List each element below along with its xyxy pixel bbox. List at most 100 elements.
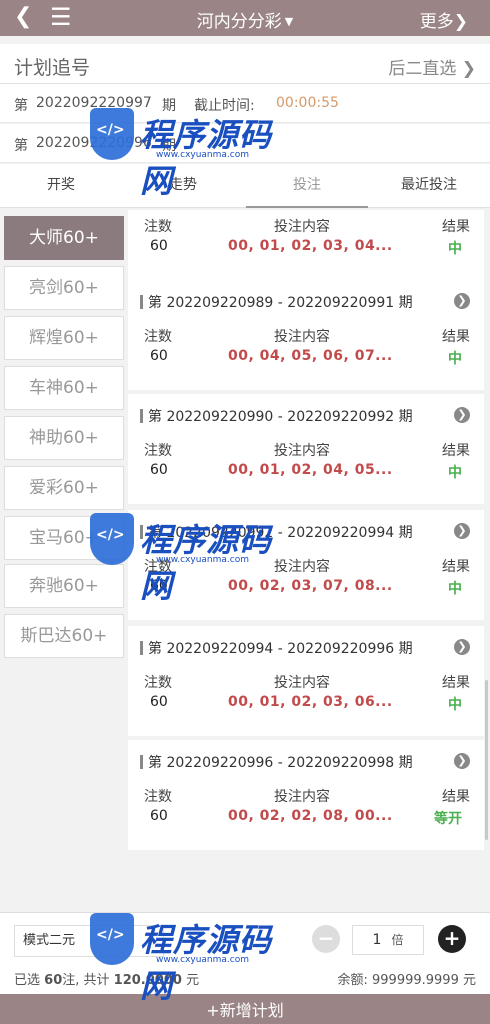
plan-card: 注数 投注内容 结果 60 00, 01, 02, 03, 04... 中 xyxy=(128,210,484,280)
bet-numbers: 00, 02, 02, 08, 00... xyxy=(228,808,393,824)
chevron-right-circle-icon[interactable]: ❯ xyxy=(454,523,470,539)
plan-sidebar: 大师60+ 亮剑60+ 辉煌60+ 车神60+ 神助60+ 爱彩60+ 宝马60… xyxy=(0,212,126,912)
result-label: 结果 xyxy=(442,329,470,345)
sidebar-item-baoma[interactable]: 宝马60+ xyxy=(4,516,124,560)
summary-prefix: 已选 xyxy=(14,973,41,988)
bet-count: 60 xyxy=(150,808,168,824)
scrollbar[interactable] xyxy=(485,680,488,840)
period-text: 第 202209220992 - 202209220994 期 xyxy=(148,525,413,541)
chevron-right-circle-icon[interactable]: ❯ xyxy=(454,293,470,309)
deadline-value: 00:00:55 xyxy=(276,95,339,111)
bet-numbers: 00, 01, 02, 03, 06... xyxy=(228,694,393,710)
sidebar-item-cheshen[interactable]: 车神60+ xyxy=(4,366,124,410)
tab-trend[interactable]: 走势 xyxy=(122,164,244,208)
plan-subheader: 计划追号 后二直选 ❯ xyxy=(0,44,490,84)
bet-numbers: 00, 02, 03, 07, 08... xyxy=(228,578,393,594)
period-text: 第 202209220994 - 202209220996 期 xyxy=(148,641,413,657)
tab-recent-bets[interactable]: 最近投注 xyxy=(368,164,490,208)
balance-value: 999999.9999 xyxy=(372,973,459,988)
card-period: 第 202209220990 - 202209220992 期 xyxy=(140,406,413,426)
plan-title: 计划追号 xyxy=(14,57,91,79)
result-label: 结果 xyxy=(442,675,470,691)
bet-result: 中 xyxy=(448,241,462,257)
result-label: 结果 xyxy=(442,443,470,459)
sidebar-item-shenzhu[interactable]: 神助60+ xyxy=(4,416,124,460)
count-label: 注数 xyxy=(144,559,172,575)
selected-count: 60 xyxy=(44,973,63,988)
bet-result: 中 xyxy=(448,697,462,713)
minus-button[interactable]: − xyxy=(312,925,340,953)
sidebar-item-benchi[interactable]: 奔驰60+ xyxy=(4,564,124,608)
issue-suffix: 期 xyxy=(162,138,176,154)
sidebar-item-aicai[interactable]: 爱彩60+ xyxy=(4,466,124,510)
content-label: 投注内容 xyxy=(274,443,330,459)
bet-count: 60 xyxy=(150,462,168,478)
bet-count: 60 xyxy=(150,238,168,254)
chevron-right-icon: ❯ xyxy=(453,12,468,32)
tab-draw[interactable]: 开奖 xyxy=(0,164,122,208)
result-label: 结果 xyxy=(442,559,470,575)
play-type-selector[interactable]: 后二直选 ❯ xyxy=(388,54,476,79)
lottery-title: 河内分分彩 xyxy=(196,12,282,32)
caret-down-icon: ▼ xyxy=(284,15,294,28)
result-label: 结果 xyxy=(442,789,470,805)
count-label: 注数 xyxy=(144,219,172,235)
bet-count: 60 xyxy=(150,578,168,594)
lottery-title-dropdown[interactable]: 河内分分彩 ▼ xyxy=(0,7,490,32)
total-amount: 120.0000 xyxy=(113,973,182,988)
bet-result: 中 xyxy=(448,581,462,597)
more-label: 更多 xyxy=(419,12,454,32)
card-period: 第 202209220994 - 202209220996 期 xyxy=(140,638,413,658)
chevron-right-icon: ❯ xyxy=(461,59,476,79)
bet-numbers: 00, 01, 02, 04, 05... xyxy=(228,462,393,478)
summary-suffix: 元 xyxy=(186,973,200,988)
bet-result: 等开 xyxy=(434,811,462,827)
plan-card: 第 202209220989 - 202209220991 期 ❯ 注数 投注内… xyxy=(128,280,484,390)
chevron-right-circle-icon[interactable]: ❯ xyxy=(454,639,470,655)
issue-suffix: 期 xyxy=(162,98,176,114)
bet-count: 60 xyxy=(150,694,168,710)
bet-numbers: 00, 01, 02, 03, 04... xyxy=(228,238,393,254)
multiplier-unit: 倍 xyxy=(391,933,404,947)
bet-count: 60 xyxy=(150,348,168,364)
more-button[interactable]: 更多❯ xyxy=(420,7,468,32)
bet-result: 中 xyxy=(448,351,462,367)
period-bar xyxy=(140,409,143,423)
sidebar-item-liangjian[interactable]: 亮剑60+ xyxy=(4,266,124,310)
chevron-right-circle-icon[interactable]: ❯ xyxy=(454,407,470,423)
chevron-right-circle-icon[interactable]: ❯ xyxy=(454,753,470,769)
plan-history-list[interactable]: 注数 投注内容 结果 60 00, 01, 02, 03, 04... 中 第 … xyxy=(128,210,490,910)
mode-select[interactable]: 模式二元 xyxy=(14,925,164,957)
issue-number: 2022092220997 xyxy=(36,95,152,111)
bet-result: 中 xyxy=(448,465,462,481)
period-bar xyxy=(140,525,143,539)
content-label: 投注内容 xyxy=(274,219,330,235)
multiplier-input[interactable]: 1倍 xyxy=(352,925,424,955)
bet-numbers: 00, 04, 05, 06, 07... xyxy=(228,348,393,364)
card-period: 第 202209220996 - 202209220998 期 xyxy=(140,752,413,772)
top-bar: ❮ ☰ 河内分分彩 ▼ 更多❯ xyxy=(0,0,490,36)
add-plan-button[interactable]: +新增计划 xyxy=(0,994,490,1024)
previous-issue-row: 第 2022092220996 期 xyxy=(0,124,490,163)
card-period: 第 202209220989 - 202209220991 期 xyxy=(140,292,413,312)
period-text: 第 202209220989 - 202209220991 期 xyxy=(148,295,413,311)
result-label: 结果 xyxy=(442,219,470,235)
sidebar-item-huihuang[interactable]: 辉煌60+ xyxy=(4,316,124,360)
content-label: 投注内容 xyxy=(274,559,330,575)
card-period: 第 202209220992 - 202209220994 期 xyxy=(140,522,413,542)
multiplier-value: 1 xyxy=(372,932,382,948)
sidebar-item-dashi[interactable]: 大师60+ xyxy=(4,216,124,260)
plus-button[interactable]: + xyxy=(438,925,466,953)
content-label: 投注内容 xyxy=(274,329,330,345)
count-label: 注数 xyxy=(144,329,172,345)
plan-card: 第 202209220994 - 202209220996 期 ❯ 注数 投注内… xyxy=(128,626,484,736)
balance: 余额: 999999.9999 元 xyxy=(337,969,476,988)
issue-prefix: 第 xyxy=(14,98,28,114)
sidebar-item-sibada[interactable]: 斯巴达60+ xyxy=(4,614,124,658)
issue-number: 2022092220996 xyxy=(36,135,152,151)
content-label: 投注内容 xyxy=(274,675,330,691)
period-bar xyxy=(140,295,143,309)
tab-bet[interactable]: 投注 xyxy=(246,164,368,208)
current-issue-row: 第 2022092220997 期 截止时间: 00:00:55 xyxy=(0,84,490,123)
count-label: 注数 xyxy=(144,675,172,691)
